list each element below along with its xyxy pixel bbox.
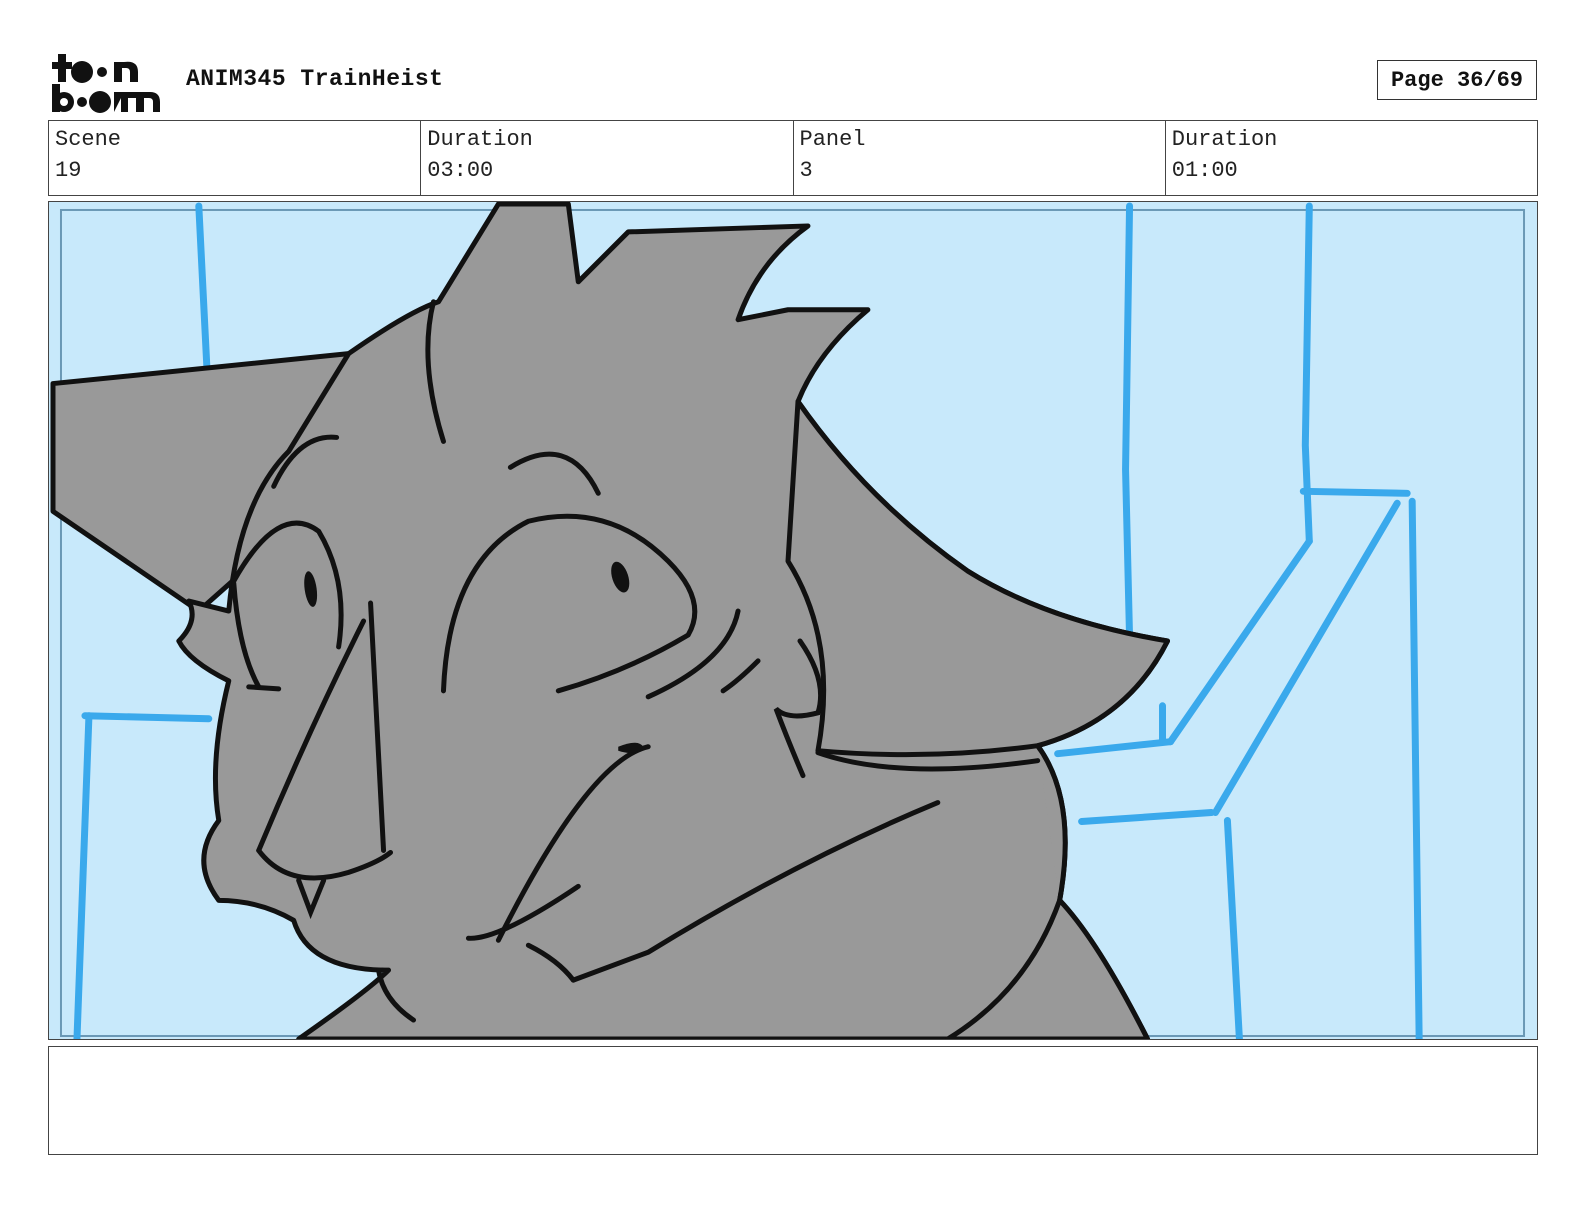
panel-cell: Panel 3	[794, 121, 1166, 195]
panel-duration-cell: Duration 01:00	[1166, 121, 1537, 195]
scene-label: Scene	[55, 127, 122, 152]
scene-cell: Scene 19	[49, 121, 422, 195]
panel-value: 3	[799, 158, 813, 183]
scene-info-table: Scene 19 Duration 03:00 Panel 3 Duration…	[48, 120, 1538, 196]
panel-duration-value: 01:00	[1171, 158, 1238, 183]
page-label: Page 36/69	[1390, 67, 1524, 93]
scene-duration-cell: Duration 03:00	[421, 121, 794, 195]
toon-boom-logo	[50, 50, 166, 114]
panel-notes-box[interactable]	[48, 1046, 1538, 1155]
scene-duration-value: 03:00	[427, 158, 494, 183]
project-title: ANIM345 TrainHeist	[186, 66, 444, 92]
panel-duration-label: Duration	[1171, 127, 1278, 152]
page-indicator: Page 36/69	[1377, 60, 1537, 100]
panel-label: Panel	[799, 127, 866, 152]
storyboard-panel	[48, 201, 1538, 1040]
panel-drawing	[49, 202, 1537, 1039]
scene-value: 19	[55, 158, 82, 183]
scene-duration-label: Duration	[427, 127, 533, 152]
